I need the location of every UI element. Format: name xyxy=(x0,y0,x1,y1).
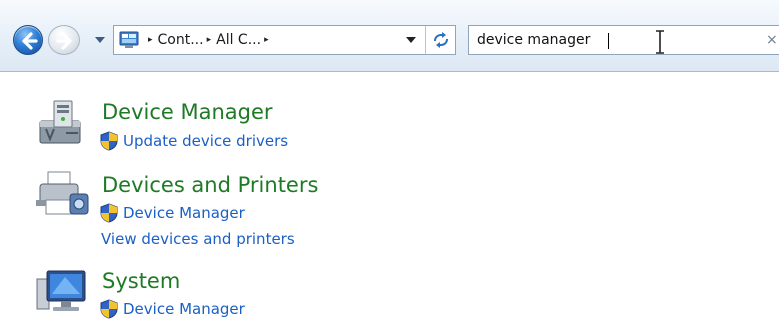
task-label[interactable]: Device Manager xyxy=(123,300,245,318)
refresh-icon xyxy=(433,32,448,48)
task-label[interactable]: View devices and printers xyxy=(101,230,295,248)
uac-shield-icon xyxy=(100,299,118,319)
uac-shield-icon xyxy=(100,203,118,223)
forward-button[interactable] xyxy=(48,25,80,55)
address-bar[interactable]: ▸ Cont... ▸ All C... ▸ xyxy=(113,25,456,55)
task-update-device-drivers[interactable]: Update device drivers xyxy=(100,131,288,151)
search-results: Device Manager Update device drivers Dev… xyxy=(0,72,779,336)
printer-icon[interactable] xyxy=(34,170,90,220)
result-title-system[interactable]: System xyxy=(102,269,180,293)
control-panel-icon xyxy=(119,30,141,50)
breadcrumb-separator[interactable]: ▸ xyxy=(264,35,269,45)
back-button[interactable] xyxy=(13,25,43,55)
breadcrumb-separator[interactable]: ▸ xyxy=(207,35,212,45)
search-input[interactable] xyxy=(477,30,747,50)
task-label[interactable]: Device Manager xyxy=(123,204,245,222)
address-dropdown-icon[interactable] xyxy=(405,35,417,45)
refresh-button[interactable] xyxy=(425,26,455,54)
breadcrumb-separator[interactable]: ▸ xyxy=(148,35,153,45)
uac-shield-icon xyxy=(100,131,118,151)
result-title-device-manager[interactable]: Device Manager xyxy=(102,100,273,124)
search-box[interactable]: × xyxy=(468,25,779,55)
result-title-devices-and-printers[interactable]: Devices and Printers xyxy=(102,173,318,197)
device-manager-icon[interactable] xyxy=(36,99,88,149)
task-device-manager[interactable]: Device Manager xyxy=(100,203,245,223)
task-label[interactable]: Update device drivers xyxy=(123,132,288,150)
forward-arrow-icon xyxy=(56,32,72,50)
task-device-manager[interactable]: Device Manager xyxy=(100,299,245,319)
breadcrumb-all-items[interactable]: All C... xyxy=(216,32,261,48)
navigation-bar: ▸ Cont... ▸ All C... ▸ device manager × xyxy=(0,0,779,72)
back-arrow-icon xyxy=(22,32,38,50)
breadcrumb-control-panel[interactable]: Cont... xyxy=(158,32,204,48)
recent-pages-dropdown-icon[interactable] xyxy=(94,34,106,46)
ibeam-cursor-icon xyxy=(656,30,664,54)
system-monitor-icon[interactable] xyxy=(35,269,89,319)
text-caret xyxy=(608,33,609,49)
control-panel-window: ▸ Cont... ▸ All C... ▸ device manager × … xyxy=(0,0,779,336)
clear-search-icon[interactable]: × xyxy=(766,32,778,48)
task-view-devices-and-printers[interactable]: View devices and printers xyxy=(101,230,295,248)
